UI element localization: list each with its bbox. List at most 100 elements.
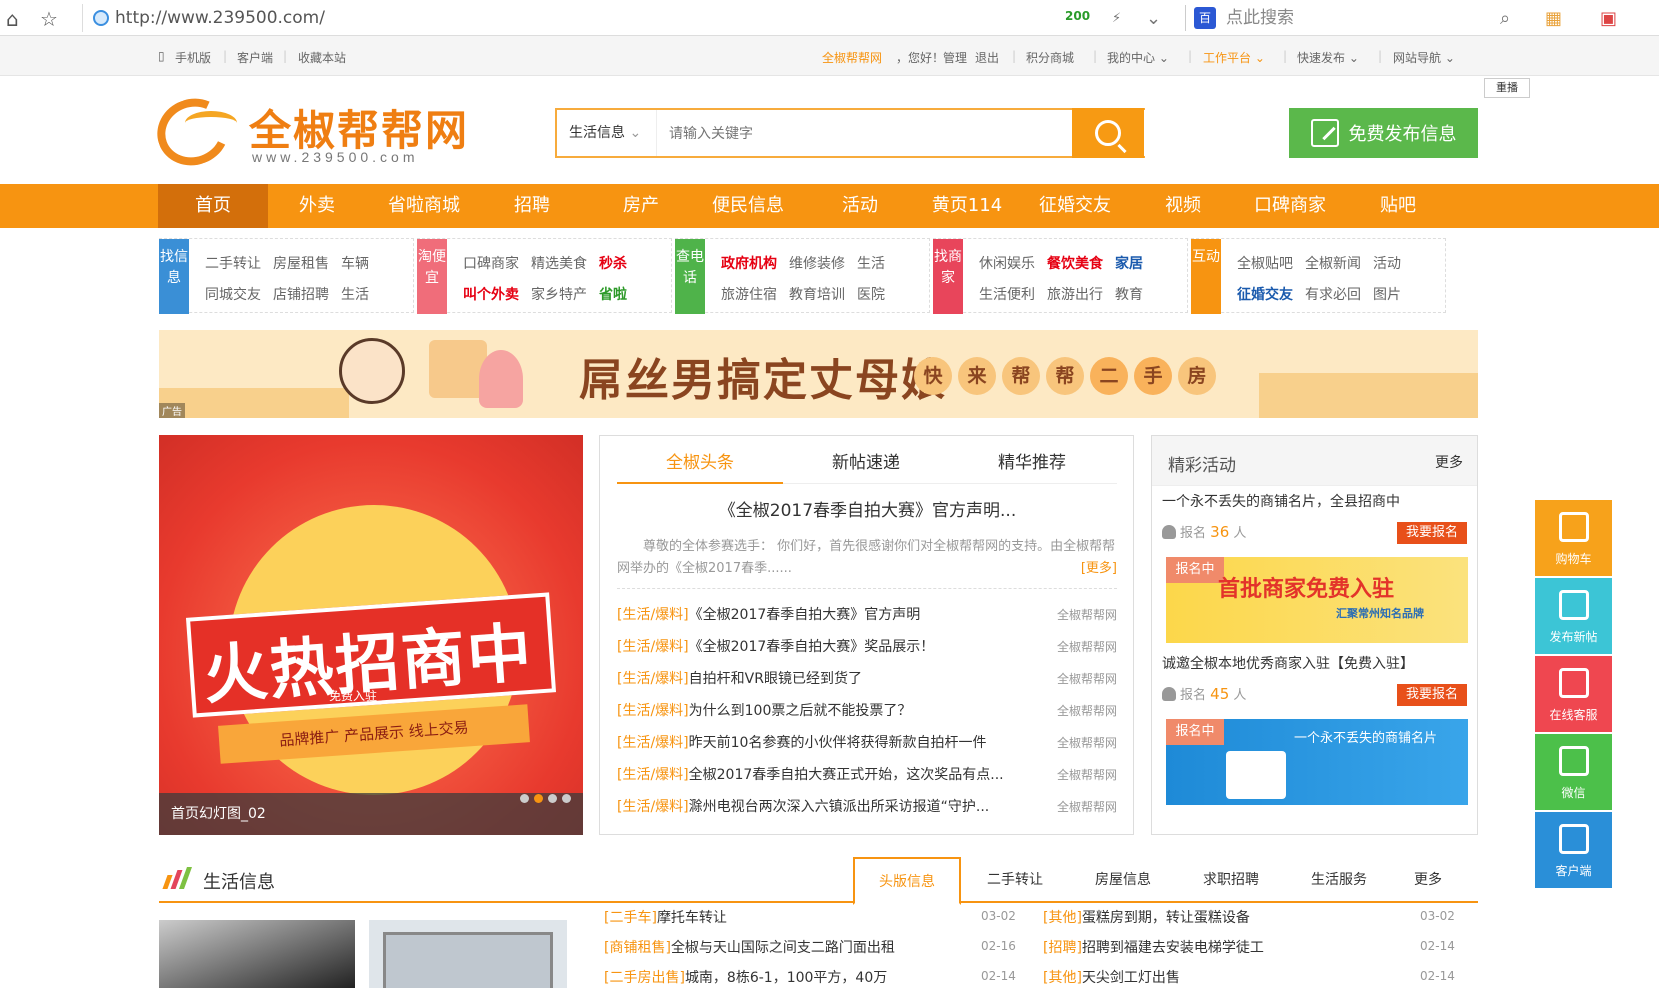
life-list-item[interactable]: [其他]蛋糕房到期，转让蛋糕设备	[1043, 907, 1250, 927]
float-button[interactable]: 在线客服	[1535, 656, 1612, 732]
category-link[interactable]: 店铺招聘	[273, 287, 329, 303]
motorcycle-thumbnail[interactable]	[159, 920, 355, 988]
workbench-link[interactable]: 工作平台 ⌄	[1203, 49, 1265, 66]
life-tab[interactable]: 求职招聘	[1177, 857, 1285, 903]
my-center-link[interactable]: 我的中心 ⌄	[1107, 49, 1169, 66]
nav-item[interactable]: 房产	[586, 184, 696, 228]
site-logo[interactable]: 全椒帮帮网 www.239500.com	[147, 88, 467, 176]
star-icon[interactable]: ☆	[40, 7, 58, 31]
refresh-icon[interactable]: ⚡	[1112, 11, 1121, 26]
category-link[interactable]: 生活	[341, 287, 369, 303]
category-link[interactable]: 图片	[1373, 287, 1401, 303]
free-publish-button[interactable]: 免费发布信息	[1289, 108, 1478, 158]
life-list-item[interactable]: [商铺租售]全椒与天山国际之间支二路门面出租	[604, 937, 895, 957]
category-link[interactable]: 餐饮美食	[1047, 256, 1103, 272]
chevron-down-icon[interactable]: ⌄	[1146, 8, 1161, 29]
category-link[interactable]: 维修装修	[789, 256, 845, 272]
activity-title[interactable]: 一个永不丢失的商铺名片，全县招商中	[1162, 491, 1400, 511]
tab-featured[interactable]: 精华推荐	[949, 444, 1115, 484]
nav-item[interactable]: 省啦商城	[369, 184, 479, 228]
tab-headlines[interactable]: 全椒头条	[617, 444, 783, 484]
life-tab[interactable]: 生活服务	[1285, 857, 1393, 903]
slider-dot-active[interactable]	[534, 794, 543, 803]
category-link[interactable]: 教育培训	[789, 287, 845, 303]
nav-item[interactable]: 视频	[1128, 184, 1238, 228]
category-link[interactable]: 生活便利	[979, 287, 1035, 303]
category-link[interactable]: 口碑商家	[463, 256, 519, 272]
life-tab[interactable]: 二手转让	[961, 857, 1069, 903]
client-link[interactable]: 客户端	[237, 49, 273, 66]
category-link[interactable]: 政府机构	[721, 256, 777, 272]
float-button[interactable]: 客户端	[1535, 812, 1612, 888]
life-list-item[interactable]: [二手车]摩托车转让	[604, 907, 727, 927]
replay-button[interactable]: 重播	[1484, 78, 1530, 98]
home-icon[interactable]: ⌂	[6, 7, 19, 31]
search-button[interactable]	[1072, 108, 1144, 158]
category-link[interactable]: 二手转让	[205, 256, 261, 272]
apps-icon[interactable]: ▦	[1545, 8, 1562, 29]
category-link[interactable]: 休闲娱乐	[979, 256, 1035, 272]
category-link[interactable]: 秒杀	[599, 256, 627, 272]
category-link[interactable]: 旅游出行	[1047, 287, 1103, 303]
quick-post-link[interactable]: 快速发布 ⌄	[1297, 49, 1359, 66]
site-link[interactable]: 全椒帮帮网	[822, 49, 882, 66]
news-item[interactable]: [生活/爆料]《全椒2017春季自拍大赛》奖品展示！ 全椒帮帮网	[617, 631, 1117, 663]
category-link[interactable]: 医院	[857, 287, 885, 303]
browser-search-box[interactable]: 百 点此搜索	[1185, 5, 1525, 31]
news-item[interactable]: [生活/爆料]为什么到100票之后就不能投票了？ 全椒帮帮网	[617, 695, 1117, 727]
nav-item[interactable]: 便民信息	[693, 184, 803, 228]
category-link[interactable]: 全椒贴吧	[1237, 256, 1293, 272]
bookmark-link[interactable]: 收藏本站	[298, 49, 346, 66]
life-tab[interactable]: 更多	[1393, 857, 1463, 903]
site-nav-link[interactable]: 网站导航 ⌄	[1393, 49, 1455, 66]
activity-title[interactable]: 诚邀全椒本地优秀商家入驻【免费入驻】	[1162, 653, 1414, 673]
ad-banner[interactable]: 屌丝男搞定丈母娘 快来帮帮二手房 广告	[159, 330, 1478, 418]
manage-link[interactable]: 管理	[943, 49, 967, 66]
search-input[interactable]	[657, 125, 1057, 141]
category-link[interactable]: 有求必回	[1305, 287, 1361, 303]
float-button[interactable]: 发布新帖	[1535, 578, 1612, 654]
life-list-item[interactable]: [二手房出售]城南，8栋6-1，100平方，40万	[604, 967, 887, 987]
translate-icon[interactable]: ▣	[1600, 8, 1617, 29]
float-button[interactable]: 微信	[1535, 734, 1612, 810]
float-button[interactable]: 购物车	[1535, 500, 1612, 576]
category-link[interactable]: 叫个外卖	[463, 287, 519, 303]
nav-item[interactable]: 征婚交友	[1020, 184, 1130, 228]
home-slider[interactable]: 火热招商中 免费入驻 品牌推广 产品展示 线上交易 首页幻灯图_02	[159, 435, 583, 835]
category-link[interactable]: 同城交友	[205, 287, 261, 303]
category-link[interactable]: 生活	[857, 256, 885, 272]
life-tab[interactable]: 房屋信息	[1069, 857, 1177, 903]
logout-link[interactable]: 退出	[975, 49, 999, 66]
category-link[interactable]: 省啦	[599, 287, 627, 303]
mobile-link[interactable]: 手机版	[175, 49, 211, 66]
nav-item[interactable]: 外卖	[262, 184, 372, 228]
life-list-item[interactable]: [其他]天尖剑工灯出售	[1043, 967, 1180, 987]
category-link[interactable]: 活动	[1373, 256, 1401, 272]
news-item[interactable]: [生活/爆料]滁州电视台两次深入六镇派出所采访报道“守护... 全椒帮帮网	[617, 791, 1117, 823]
nav-item[interactable]: 首页	[158, 184, 268, 228]
activities-more-link[interactable]: 更多	[1435, 452, 1463, 472]
slider-dot[interactable]	[548, 794, 557, 803]
category-link[interactable]: 家居	[1115, 256, 1143, 272]
news-item[interactable]: [生活/爆料]昨天前10名参赛的小伙伴将获得新款自拍杆一件 全椒帮帮网	[617, 727, 1117, 759]
category-link[interactable]: 旅游住宿	[721, 287, 777, 303]
search-category-select[interactable]: 生活信息 ⌄	[557, 110, 657, 156]
category-link[interactable]: 家乡特产	[531, 287, 587, 303]
category-link[interactable]: 教育	[1115, 287, 1143, 303]
oven-thumbnail[interactable]	[369, 920, 567, 988]
slider-dot[interactable]	[520, 794, 529, 803]
points-mall-link[interactable]: 积分商城	[1026, 49, 1074, 66]
news-item[interactable]: [生活/爆料]自拍杆和VR眼镜已经到货了 全椒帮帮网	[617, 663, 1117, 695]
activity-image[interactable]: 报名中 首批商家免费入驻 汇聚常州知名品牌	[1166, 557, 1468, 643]
nav-item[interactable]: 招聘	[477, 184, 587, 228]
life-list-item[interactable]: [招聘]招聘到福建去安装电梯学徒工	[1043, 937, 1264, 957]
activity-image[interactable]: 报名中 一个永不丢失的商铺名片	[1166, 719, 1468, 805]
category-link[interactable]: 车辆	[341, 256, 369, 272]
nav-item[interactable]: 贴吧	[1343, 184, 1453, 228]
signup-button[interactable]: 我要报名	[1397, 522, 1467, 544]
nav-item[interactable]: 活动	[805, 184, 915, 228]
category-link[interactable]: 精选美食	[531, 256, 587, 272]
address-bar[interactable]: http://www.239500.com/	[82, 4, 1112, 32]
category-link[interactable]: 房屋租售	[273, 256, 329, 272]
category-link[interactable]: 征婚交友	[1237, 287, 1293, 303]
